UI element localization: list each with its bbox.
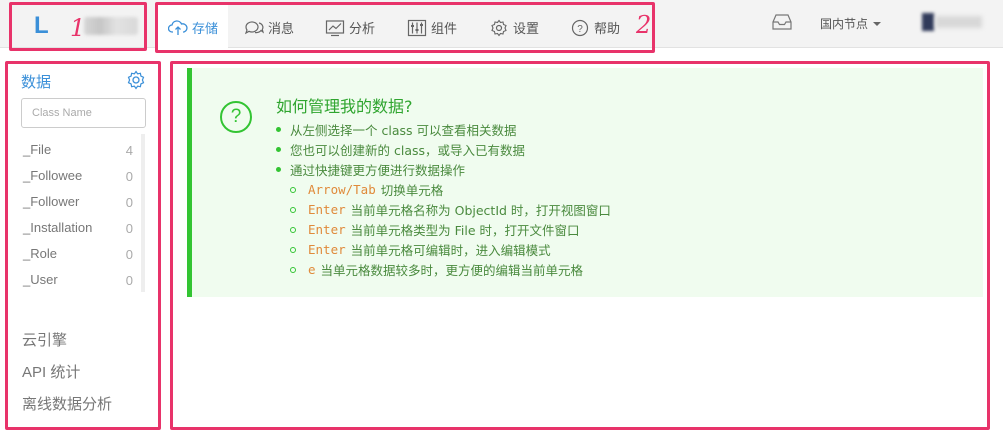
- app-name-redacted: [84, 17, 138, 35]
- shortcut-item: Arrow/Tab 切换单元格: [290, 180, 443, 199]
- nav-messages-label: 消息: [268, 22, 295, 37]
- nav-settings[interactable]: 设置: [489, 5, 539, 50]
- data-sidebar: 数据 _File 4 _Followee 0 _Follower 0 _Inst…: [5, 61, 161, 430]
- shortcut-key: Enter: [308, 242, 346, 257]
- nav-components-label: 组件: [431, 22, 458, 37]
- list-item[interactable]: _Installation 0: [21, 215, 139, 241]
- top-bar: L 存储 消息 分析 组件 设置 ? 帮助 国内节点: [0, 0, 1003, 53]
- class-name-search-input[interactable]: [21, 98, 146, 128]
- question-circle-icon: ?: [571, 19, 589, 36]
- help-item-text: 通过快捷键更方便进行数据操作: [290, 163, 466, 178]
- svg-text:?: ?: [577, 24, 583, 35]
- sidebar-link-api-stats[interactable]: API 统计: [22, 361, 80, 382]
- class-name: _Role: [23, 246, 57, 261]
- sidebar-link-cloud-engine[interactable]: 云引擎: [22, 329, 67, 350]
- username-redacted: [936, 16, 982, 28]
- gear-icon: [491, 19, 507, 36]
- shortcut-item: e 当单元格数据较多时，更方便的编辑当前单元格: [290, 260, 583, 279]
- shortcut-key: Arrow/Tab: [308, 182, 376, 197]
- shortcut-item: Enter 当前单元格名称为 ObjectId 时，打开视图窗口: [290, 200, 611, 219]
- help-item-text: 从左侧选择一个 class 可以查看相关数据: [290, 123, 517, 138]
- gear-icon[interactable]: [126, 70, 146, 90]
- class-count: 0: [125, 273, 133, 288]
- shortcut-desc: 切换单元格: [380, 183, 444, 198]
- shortcut-desc: 当单元格数据较多时，更方便的编辑当前单元格: [320, 263, 584, 278]
- help-title: 如何管理我的数据?: [276, 97, 413, 116]
- nav-components[interactable]: 组件: [407, 5, 457, 50]
- sidebar-title: 数据: [21, 73, 52, 91]
- list-item[interactable]: _Followee 0: [21, 163, 139, 189]
- question-circle-icon: ?: [220, 101, 252, 133]
- class-name: _Installation: [23, 220, 93, 235]
- app-logo[interactable]: L: [34, 12, 49, 40]
- sidebar-link-offline-analytics[interactable]: 离线数据分析: [22, 393, 112, 414]
- list-item[interactable]: _Follower 0: [21, 189, 139, 215]
- help-item-text: 您也可以创建新的 class，或导入已有数据: [290, 143, 526, 158]
- ring-bullet: [290, 246, 296, 253]
- main-nav: 存储 消息 分析 组件 设置 ? 帮助: [155, 2, 655, 53]
- list-item[interactable]: _Role 0: [21, 241, 139, 267]
- class-name: _User: [23, 272, 58, 287]
- main-content: ? 如何管理我的数据? 从左侧选择一个 class 可以查看相关数据 您也可以创…: [170, 61, 990, 430]
- annotation-1: 1: [70, 14, 86, 42]
- line-chart-icon: [325, 19, 345, 36]
- ring-bullet: [290, 226, 296, 233]
- nav-help[interactable]: ? 帮助: [570, 5, 620, 50]
- user-menu-redacted[interactable]: [922, 13, 984, 31]
- class-list: _File 4 _Followee 0 _Follower 0 _Install…: [21, 134, 145, 292]
- nav-analytics[interactable]: 分析: [325, 5, 375, 50]
- bullet: [276, 167, 281, 172]
- class-count: 0: [125, 169, 133, 184]
- shortcut-key: Enter: [308, 202, 346, 217]
- nav-storage-label: 存储: [191, 22, 218, 37]
- list-item[interactable]: _User 0: [21, 267, 139, 293]
- region-select-label: 国内节点: [820, 17, 869, 31]
- shortcut-desc: 当前单元格类型为 File 时，打开文件窗口: [350, 223, 580, 238]
- sliders-icon: [407, 19, 427, 36]
- nav-storage[interactable]: 存储: [158, 5, 228, 50]
- nav-settings-label: 设置: [513, 22, 540, 37]
- nav-messages[interactable]: 消息: [244, 5, 294, 50]
- help-item: 通过快捷键更方便进行数据操作: [276, 160, 465, 179]
- class-count: 0: [125, 247, 133, 262]
- class-count: 4: [125, 143, 133, 158]
- caret-down-icon: [873, 21, 882, 26]
- class-name: _Follower: [23, 194, 80, 209]
- avatar: [922, 13, 934, 31]
- inbox-icon[interactable]: [771, 13, 793, 31]
- shortcut-item: Enter 当前单元格类型为 File 时，打开文件窗口: [290, 220, 580, 239]
- list-item[interactable]: _File 4: [21, 137, 139, 163]
- nav-help-label: 帮助: [594, 22, 621, 37]
- ring-bullet: [290, 206, 296, 213]
- help-item: 从左侧选择一个 class 可以查看相关数据: [276, 120, 516, 139]
- ring-bullet: [290, 266, 296, 273]
- class-name: _File: [23, 142, 52, 157]
- help-item: 您也可以创建新的 class，或导入已有数据: [276, 140, 525, 159]
- nav-analytics-label: 分析: [349, 22, 376, 37]
- shortcut-key: Enter: [308, 222, 346, 237]
- annotation-2: 2: [636, 11, 652, 39]
- chat-bubbles-icon: [244, 20, 264, 34]
- region-select[interactable]: 国内节点: [820, 15, 882, 32]
- shortcut-desc: 当前单元格名称为 ObjectId 时，打开视图窗口: [350, 203, 611, 218]
- bullet: [276, 127, 281, 132]
- shortcut-key: e: [308, 262, 316, 277]
- class-name: _Followee: [23, 168, 83, 183]
- shortcut-desc: 当前单元格可编辑时，进入编辑模式: [350, 243, 551, 258]
- help-panel: ? 如何管理我的数据? 从左侧选择一个 class 可以查看相关数据 您也可以创…: [187, 68, 983, 297]
- class-count: 0: [125, 221, 133, 236]
- shortcut-item: Enter 当前单元格可编辑时，进入编辑模式: [290, 240, 551, 259]
- ring-bullet: [290, 186, 296, 193]
- cloud-upload-icon: [167, 19, 188, 35]
- bullet: [276, 147, 281, 152]
- class-count: 0: [125, 195, 133, 210]
